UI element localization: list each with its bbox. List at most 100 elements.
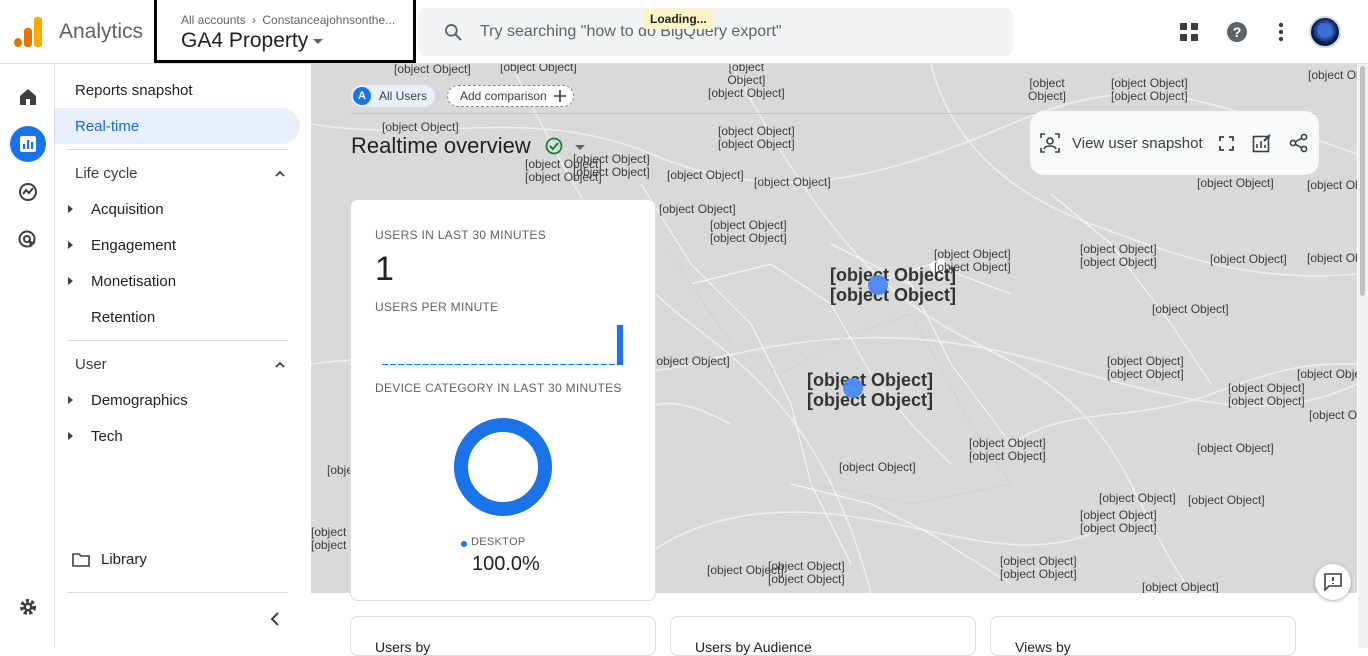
page-title-text: Realtime overview <box>351 133 531 158</box>
map-place-label: [object Object] <box>1080 242 1157 256</box>
per-minute-bar[interactable] <box>406 364 413 365</box>
donut-slice-desktop[interactable] <box>454 418 552 516</box>
per-minute-bar[interactable] <box>576 364 583 365</box>
collapse-chevron-icon[interactable] <box>269 611 281 627</box>
apps-grid-icon[interactable] <box>1175 18 1203 46</box>
nav-section-lifecycle[interactable]: Life cycle <box>75 165 138 182</box>
nav-reports-snapshot[interactable]: Reports snapshot <box>75 82 193 99</box>
scrollbar-thumb[interactable] <box>1360 66 1365 296</box>
views-by-card: Views by <box>990 616 1296 656</box>
expand-arrow-icon[interactable] <box>68 277 73 285</box>
comparison-badge: A <box>353 87 371 105</box>
add-comparison-button[interactable]: Add comparison <box>447 85 574 107</box>
feedback-button[interactable] <box>1315 564 1351 600</box>
settings-gear-icon[interactable] <box>10 589 46 625</box>
top-bar: Analytics All accounts › Constanceajohns… <box>0 0 1368 64</box>
map-place-label: [object Object] <box>708 86 785 100</box>
device-category-donut[interactable] <box>452 416 554 518</box>
per-minute-bar[interactable] <box>560 364 567 365</box>
nav-demographics[interactable]: Demographics <box>91 392 188 409</box>
map-place: [object Object] [object Object] <box>710 219 787 245</box>
users-per-minute-chart[interactable] <box>381 318 624 368</box>
per-minute-bar[interactable] <box>463 364 470 365</box>
user-location-marker[interactable] <box>868 275 888 295</box>
per-minute-bar[interactable] <box>527 364 534 365</box>
help-icon[interactable]: ? <box>1223 18 1251 46</box>
nav-section-user[interactable]: User <box>75 356 107 373</box>
title-dropdown-caret-icon[interactable] <box>574 144 585 150</box>
per-minute-bar[interactable] <box>552 364 559 365</box>
user-location-marker[interactable] <box>843 378 863 398</box>
per-minute-bar[interactable] <box>422 364 429 365</box>
per-minute-bar[interactable] <box>414 364 421 365</box>
explore-icon[interactable] <box>10 174 46 210</box>
chevron-up-icon[interactable] <box>274 168 286 180</box>
share-icon[interactable] <box>1289 133 1309 153</box>
per-minute-bar[interactable] <box>438 364 445 365</box>
map-place-label: [object Object] <box>718 124 795 138</box>
analytics-logo-icon[interactable] <box>14 17 42 47</box>
expand-arrow-icon[interactable] <box>68 241 73 249</box>
account-breadcrumb: All accounts › Constanceajohnsonthe... <box>181 13 395 27</box>
search-bar[interactable] <box>418 8 1013 56</box>
nav-retention[interactable]: Retention <box>91 309 155 326</box>
per-minute-bar[interactable] <box>390 364 397 365</box>
per-minute-bar[interactable] <box>503 364 510 365</box>
per-minute-bar[interactable] <box>592 364 599 365</box>
per-minute-bar[interactable] <box>382 364 389 365</box>
users-last-30-label: USERS IN LAST 30 MINUTES <box>375 228 547 242</box>
nav-realtime[interactable]: Real-time <box>75 118 139 135</box>
search-icon <box>445 24 462 41</box>
per-minute-bar[interactable] <box>430 364 437 365</box>
loading-indicator: Loading... <box>643 9 714 29</box>
account-avatar[interactable] <box>1309 16 1341 48</box>
per-minute-bar[interactable] <box>544 364 551 365</box>
nav-library[interactable]: Library <box>101 551 147 568</box>
map-place: [object Object] <box>394 64 471 76</box>
chevron-up-icon[interactable] <box>274 359 286 371</box>
edit-chart-icon[interactable] <box>1252 133 1272 153</box>
per-minute-bar[interactable] <box>487 364 494 365</box>
per-minute-bar[interactable] <box>446 364 453 365</box>
nav-monetisation[interactable]: Monetisation <box>91 273 176 290</box>
more-vert-icon[interactable] <box>1267 18 1295 46</box>
map-place: [object Object] <box>1152 302 1229 316</box>
fullscreen-icon[interactable] <box>1219 136 1234 151</box>
map-place: [object Object] <box>1307 178 1357 192</box>
per-minute-bar[interactable] <box>479 364 486 365</box>
per-minute-bar[interactable] <box>584 364 591 365</box>
property-selector[interactable]: All accounts › Constanceajohnsonthe... G… <box>154 0 416 63</box>
home-icon[interactable] <box>10 79 46 115</box>
comparison-chip-all-users[interactable]: A All Users <box>351 85 436 107</box>
check-circle-icon[interactable] <box>545 137 563 155</box>
map-place: [object Object] <box>667 168 744 182</box>
per-minute-bar[interactable] <box>568 364 575 365</box>
nav-engagement[interactable]: Engagement <box>91 237 176 254</box>
per-minute-bar[interactable] <box>608 364 615 365</box>
per-minute-bar[interactable] <box>398 364 405 365</box>
per-minute-bar[interactable] <box>535 364 542 365</box>
per-minute-bar[interactable] <box>600 364 607 365</box>
expand-arrow-icon[interactable] <box>68 432 73 440</box>
per-minute-bar[interactable] <box>519 364 526 365</box>
map-place-label: [object Object] <box>1228 394 1305 408</box>
reports-icon[interactable] <box>10 126 46 162</box>
expand-arrow-icon[interactable] <box>68 396 73 404</box>
desktop-percentage: 100.0% <box>472 553 540 575</box>
property-name[interactable]: GA4 Property <box>181 29 324 53</box>
view-user-snapshot-button[interactable]: View user snapshot <box>1072 135 1203 152</box>
nav-acquisition[interactable]: Acquisition <box>91 201 164 218</box>
per-minute-bar[interactable] <box>616 325 623 365</box>
per-minute-bar[interactable] <box>511 364 518 365</box>
per-minute-bar[interactable] <box>454 364 461 365</box>
search-input[interactable] <box>480 8 980 56</box>
nav-tech[interactable]: Tech <box>91 428 123 445</box>
per-minute-bar[interactable] <box>471 364 478 365</box>
user-snapshot-icon[interactable] <box>1040 133 1060 153</box>
card-title: Views by <box>1015 639 1071 655</box>
users-per-minute-label: USERS PER MINUTE <box>375 300 499 314</box>
expand-arrow-icon[interactable] <box>68 205 73 213</box>
per-minute-bar[interactable] <box>495 364 502 365</box>
map-place: [object Object] <box>1099 491 1176 505</box>
advertising-icon[interactable] <box>10 222 46 258</box>
